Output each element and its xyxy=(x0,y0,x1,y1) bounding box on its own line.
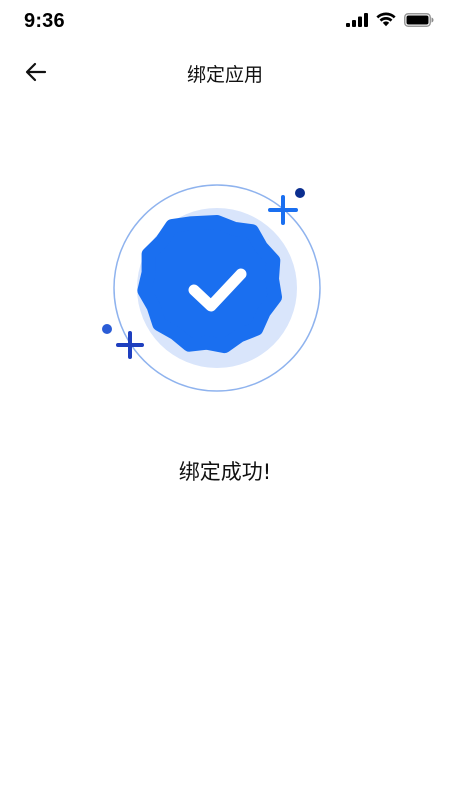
sparkle-dot xyxy=(102,324,112,334)
status-time: 9:36 xyxy=(24,10,65,32)
success-illustration-graphic xyxy=(102,184,321,392)
success-message: 绑定成功! xyxy=(178,460,272,484)
page-title: 绑定应用 xyxy=(186,64,263,86)
wifi-icon xyxy=(376,12,396,27)
cellular-signal-icon xyxy=(346,12,368,27)
verified-badge-check-icon xyxy=(137,215,282,354)
status-bar: 9:36 xyxy=(0,0,450,44)
sparkle-plus-icon xyxy=(268,195,298,225)
success-illustration xyxy=(95,180,335,410)
nav-bar: 绑定应用 xyxy=(0,46,450,98)
sparkle-dot xyxy=(295,188,305,198)
battery-icon xyxy=(404,12,434,27)
status-icons xyxy=(346,12,434,27)
